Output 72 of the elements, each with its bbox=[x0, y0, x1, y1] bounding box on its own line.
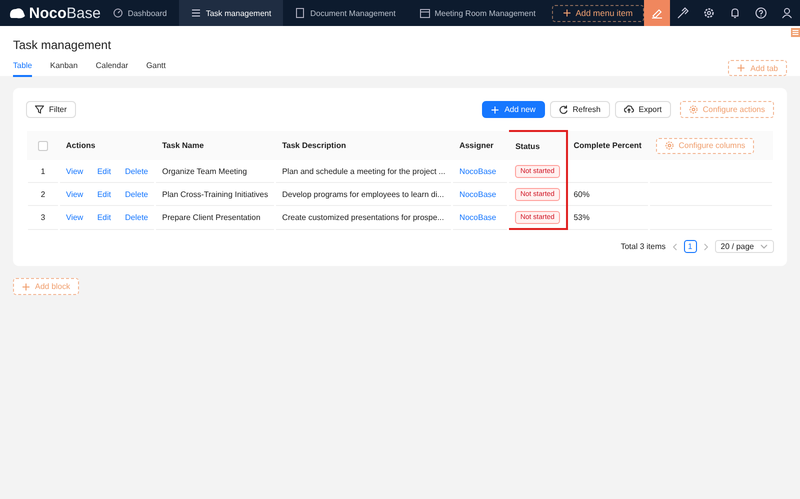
column-header: Complete Percent bbox=[566, 131, 649, 160]
assigner-link[interactable]: NocoBase bbox=[459, 212, 496, 222]
list-icon bbox=[190, 8, 201, 18]
total-count: Total 3 items bbox=[620, 242, 666, 251]
tab[interactable]: Table bbox=[13, 59, 32, 77]
help-icon bbox=[754, 7, 767, 19]
assigner-link[interactable]: NocoBase bbox=[459, 190, 496, 198]
select-all-checkbox[interactable] bbox=[38, 140, 48, 150]
tab[interactable]: Kanban bbox=[50, 59, 78, 77]
document-icon bbox=[295, 8, 306, 18]
column-header: Status bbox=[508, 131, 567, 160]
configure-actions-button[interactable]: Configure actions bbox=[680, 101, 774, 118]
page-size-select[interactable]: 20 / page bbox=[714, 240, 774, 253]
column-header: Task Description bbox=[275, 131, 452, 160]
chevron-down-icon bbox=[760, 244, 768, 249]
add-tab-button[interactable]: Add tab bbox=[728, 60, 787, 76]
table-cell: 60% bbox=[574, 190, 590, 198]
plus-icon bbox=[22, 282, 30, 290]
action-link[interactable]: Edit bbox=[97, 190, 111, 198]
page-button[interactable]: 1 bbox=[684, 240, 697, 253]
logo-text: NocoBase bbox=[29, 4, 101, 22]
pen-icon bbox=[650, 7, 663, 19]
column-header: Task Name bbox=[155, 131, 276, 160]
row-number: 1 bbox=[27, 160, 59, 182]
tab[interactable]: Calendar bbox=[96, 59, 128, 77]
table-cell: 53% bbox=[574, 212, 590, 222]
table-cell: Plan and schedule a meeting for the project ... bbox=[275, 160, 452, 182]
settings-icon bbox=[702, 7, 715, 19]
action-link[interactable]: Edit bbox=[97, 166, 111, 176]
table-cell: Prepare Client Presentation bbox=[155, 206, 276, 229]
export-button[interactable]: Export bbox=[614, 101, 671, 118]
menu-item[interactable]: Document Management bbox=[283, 0, 408, 26]
action-link[interactable]: Delete bbox=[125, 190, 148, 198]
table-cell: Plan Cross-Training Initiatives bbox=[155, 182, 276, 206]
gear-icon bbox=[688, 105, 698, 114]
refresh-button[interactable]: Refresh bbox=[550, 101, 610, 118]
add-new-button[interactable]: Add new bbox=[482, 101, 545, 118]
menu-item[interactable]: Dashboard bbox=[100, 0, 179, 26]
filter-button[interactable]: Filter bbox=[26, 101, 76, 118]
add-block-button[interactable]: Add block bbox=[13, 278, 80, 295]
bell-icon bbox=[728, 7, 741, 19]
page-title: Task management bbox=[13, 38, 112, 52]
logo-icon bbox=[8, 6, 26, 20]
action-link[interactable]: Delete bbox=[125, 166, 148, 176]
table-cell: Create customized presentations for prospe... bbox=[275, 206, 452, 229]
refresh-icon bbox=[558, 105, 568, 114]
row-number: 3 bbox=[27, 206, 59, 229]
plus-icon bbox=[491, 106, 500, 114]
action-link[interactable]: View bbox=[66, 190, 84, 198]
action-link[interactable]: View bbox=[66, 166, 84, 176]
column-header: Assigner bbox=[452, 131, 508, 160]
gauge-icon bbox=[112, 8, 123, 18]
plus-icon bbox=[737, 64, 746, 72]
configure-columns-button[interactable]: Configure columns bbox=[656, 138, 754, 154]
row-number: 2 bbox=[27, 182, 59, 206]
column-header: Actions bbox=[59, 131, 156, 160]
assigner-link[interactable]: NocoBase bbox=[459, 166, 496, 176]
cloud-upload-icon bbox=[624, 105, 634, 114]
plus-icon bbox=[562, 9, 571, 17]
calendar-icon bbox=[420, 8, 430, 18]
filter-icon bbox=[35, 105, 44, 114]
action-link[interactable]: View bbox=[66, 212, 84, 222]
table-cell: Organize Team Meeting bbox=[155, 160, 276, 182]
gear-icon bbox=[664, 141, 674, 150]
tab[interactable]: Gantt bbox=[146, 59, 166, 77]
menu-item[interactable]: Task management bbox=[178, 0, 284, 26]
table-cell: Develop programs for employees to learn di... bbox=[275, 182, 452, 206]
add-menu-item-button[interactable]: Add menu item bbox=[552, 4, 644, 22]
user-icon bbox=[780, 7, 793, 19]
menu-item[interactable]: Meeting Room Management bbox=[408, 0, 548, 26]
action-link[interactable]: Delete bbox=[125, 212, 148, 222]
action-link[interactable]: Edit bbox=[97, 212, 111, 222]
